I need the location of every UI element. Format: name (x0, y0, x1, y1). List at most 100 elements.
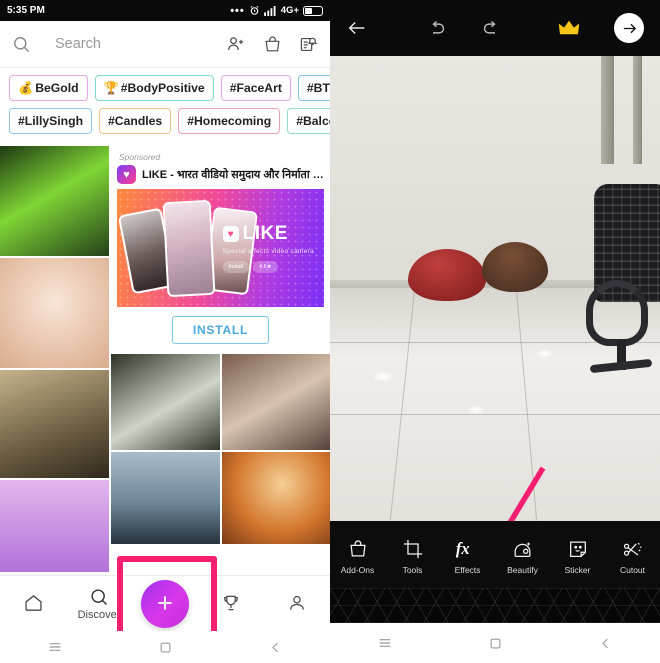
grid-column-right (222, 354, 330, 544)
shopping-bag-icon[interactable] (263, 35, 282, 54)
battery-icon (303, 5, 323, 16)
ad-title: LIKE - भारत वीडियो समुदाय और निर्माता और… (142, 169, 324, 181)
chip-bodypositive[interactable]: 🏆 #BodyPositive (94, 75, 214, 101)
crown-icon[interactable] (558, 19, 580, 37)
grid-column-left (0, 146, 109, 572)
tool-label-sticker: Sticker (564, 565, 591, 575)
square-icon[interactable] (488, 636, 503, 651)
nav-item-rewards[interactable] (203, 593, 259, 615)
chip-begold[interactable]: 💰 BeGold (9, 75, 88, 101)
square-icon[interactable] (158, 640, 173, 655)
tile-woman-food[interactable] (222, 354, 330, 450)
chip-label: BeGold (35, 81, 79, 95)
nav-item-discover[interactable]: Discover (71, 587, 127, 621)
chip-homecoming[interactable]: #Homecoming (178, 108, 281, 134)
ad-brand-name: LIKE (242, 223, 288, 244)
create-button[interactable]: + (141, 579, 189, 628)
tool-label-add-ons: Add-Ons (340, 565, 375, 575)
heart-icon: ♥ (117, 165, 136, 184)
search-input[interactable]: Search (55, 36, 216, 52)
alarm-clock-icon (249, 5, 260, 16)
decorative-pattern-strip (330, 588, 660, 623)
nav-item-home[interactable] (5, 592, 61, 615)
menu-icon[interactable] (377, 635, 393, 651)
photo-editor-panel: Add-Ons Tools fx Effects Beautify Sticke… (330, 0, 660, 663)
tool-tools[interactable]: Tools (387, 538, 439, 575)
search-icon (12, 35, 31, 54)
tool-label-tools: Tools (402, 565, 423, 575)
chip-faceart[interactable]: #FaceArt (220, 75, 291, 101)
plus-icon: + (157, 588, 173, 618)
crop-icon (402, 538, 424, 560)
ad-header: ♥ LIKE - भारत वीडियो समुदाय और निर्माता … (117, 165, 324, 189)
tool-label-cutout: Cutout (619, 565, 646, 575)
tile-fire-crowd[interactable] (222, 452, 330, 544)
tool-add-ons[interactable]: Add-Ons (332, 538, 384, 575)
tool-beautify[interactable]: Beautify (497, 538, 549, 575)
tool-sticker[interactable]: Sticker (552, 538, 604, 575)
chip-lillysingh[interactable]: #LillySingh (9, 108, 93, 134)
tool-effects[interactable]: fx Effects (442, 538, 494, 575)
network-type-label: 4G+ (280, 5, 299, 16)
office-chair (574, 184, 660, 374)
next-button[interactable] (614, 13, 644, 43)
status-time: 5:35 PM (7, 5, 45, 16)
nav-item-create[interactable]: + (137, 579, 193, 628)
ad-pill-install: Install (222, 261, 249, 273)
chip-label: #BodyPositive (120, 81, 205, 95)
tile-woman-water[interactable] (111, 452, 220, 544)
chip-row-1: 💰BeGold 🏆#BodyPositive #FaceArt #BTS #A (0, 75, 330, 108)
ad-pill-rating: 4.5★ (252, 261, 278, 273)
photo-pillar-1 (601, 56, 614, 164)
face-icon (511, 538, 534, 560)
room-with-beanbags-photo[interactable] (330, 56, 660, 521)
tool-cutout[interactable]: Cutout (607, 538, 659, 575)
tool-label-effects: Effects (454, 565, 481, 575)
notifications-icon[interactable] (299, 35, 318, 54)
tile-foliage[interactable] (0, 146, 109, 256)
status-bar: 5:35 PM ••• 4G+ (0, 0, 330, 21)
menu-icon[interactable] (47, 639, 63, 655)
discover-grid: Sponsored ♥ LIKE - भारत वीडियो समुदाय और… (0, 146, 330, 572)
editor-toolbar: Add-Ons Tools fx Effects Beautify Sticke… (330, 525, 660, 588)
trophy-icon (221, 593, 241, 613)
arrow-left-icon[interactable] (346, 17, 368, 39)
ad-phone-2 (162, 199, 216, 298)
search-bar[interactable]: Search (0, 21, 330, 68)
chip-row-2: #LillySingh #Candles #Homecoming #Balcon… (0, 108, 330, 141)
sponsored-label: Sponsored (119, 152, 161, 162)
brown-beanbag (482, 242, 548, 292)
tile-child-flowers[interactable] (0, 258, 109, 368)
ad-banner-image[interactable]: ♥ LIKE Special effects video camera Inst… (117, 189, 324, 307)
sponsored-ad[interactable]: Sponsored ♥ LIKE - भारत वीडियो समुदाय और… (111, 146, 330, 352)
ad-brand-block: ♥ LIKE Special effects video camera Inst… (222, 223, 314, 273)
undo-icon[interactable] (426, 18, 447, 39)
editor-top-bar (330, 0, 660, 56)
cutout-icon (621, 538, 644, 560)
redo-icon[interactable] (481, 18, 502, 39)
chip-balcony[interactable]: #Balcony (287, 108, 330, 134)
signal-icon (263, 5, 277, 16)
nav-item-profile[interactable] (269, 593, 325, 615)
chip-bts[interactable]: #BTS (297, 75, 330, 101)
tile-purple-still[interactable] (0, 480, 109, 572)
bottom-navigation: Discover + (0, 575, 330, 631)
status-dots-icon: ••• (230, 4, 245, 17)
chip-candles[interactable]: #Candles (99, 108, 172, 134)
bag-icon (347, 538, 369, 560)
trophy-emoji-icon: 🏆 (103, 81, 119, 95)
grid-right-section: Sponsored ♥ LIKE - भारत वीडियो समुदाय और… (111, 146, 330, 572)
sticker-icon (567, 538, 589, 560)
add-friend-icon[interactable] (226, 34, 246, 54)
tile-forest-smoke[interactable] (111, 354, 220, 450)
person-icon (287, 593, 307, 613)
money-emoji-icon: 💰 (18, 81, 34, 95)
chevron-left-icon[interactable] (598, 636, 613, 651)
install-button[interactable]: INSTALL (171, 316, 270, 344)
ad-brand-subtitle: Special effects video camera (222, 248, 314, 255)
tile-woman-mountain[interactable] (0, 370, 109, 478)
tool-label-beautify: Beautify (507, 565, 538, 575)
home-icon (23, 592, 44, 613)
social-app-panel: 5:35 PM ••• 4G+ Search 💰 BeGold 🏆 #BodyP… (0, 0, 330, 663)
chevron-left-icon[interactable] (268, 640, 283, 655)
